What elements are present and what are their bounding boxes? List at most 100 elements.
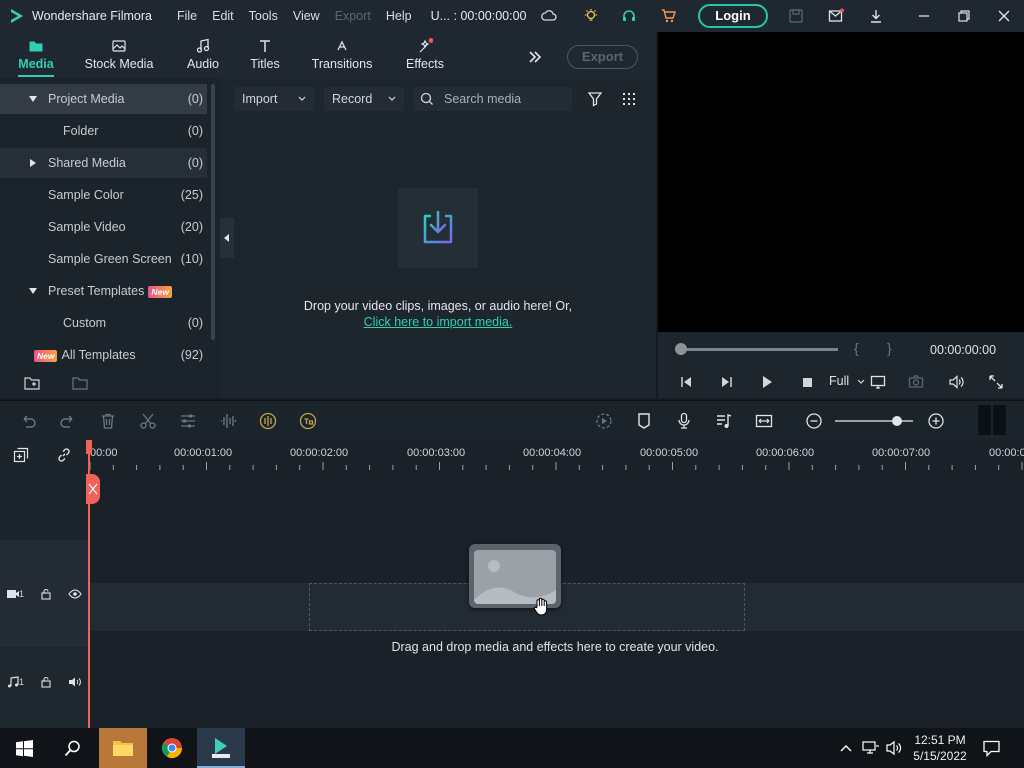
folder-outline-icon[interactable] xyxy=(72,376,88,390)
close-icon[interactable] xyxy=(996,8,1012,24)
lightbulb-icon[interactable] xyxy=(583,8,599,24)
windows-start-icon[interactable] xyxy=(16,740,33,757)
sidebar-label: Sample Color xyxy=(48,188,124,202)
stop-icon[interactable] xyxy=(799,374,815,390)
zoom-out-icon[interactable] xyxy=(805,412,823,430)
zoom-slider-handle[interactable] xyxy=(892,416,902,426)
scissors-icon[interactable] xyxy=(139,412,157,430)
new-folder-icon[interactable] xyxy=(24,376,40,390)
tab-titles[interactable]: Titles xyxy=(240,32,290,78)
filmora-app[interactable] xyxy=(197,728,245,768)
volume-icon[interactable] xyxy=(948,374,964,390)
cloud-icon[interactable] xyxy=(541,8,557,24)
audio-waveform-icon[interactable] xyxy=(219,412,237,430)
sidebar-item-shared-media[interactable]: Shared Media (0) xyxy=(0,148,207,178)
tab-audio[interactable]: Audio xyxy=(176,32,230,78)
audio-mixer-icon[interactable] xyxy=(715,412,733,430)
sidebar-item-sample-video[interactable]: Sample Video (20) xyxy=(0,212,207,242)
play-icon[interactable] xyxy=(759,374,775,390)
save-icon[interactable] xyxy=(788,8,804,24)
redo-icon[interactable] xyxy=(59,412,77,430)
preview-scrubber[interactable] xyxy=(680,348,838,351)
quality-dropdown[interactable]: Full xyxy=(829,374,865,388)
search-icon[interactable] xyxy=(64,740,81,757)
sidebar-scrollbar[interactable] xyxy=(211,84,215,340)
more-tabs-icon[interactable] xyxy=(527,50,543,64)
chevron-up-icon[interactable] xyxy=(839,742,853,754)
menu-tools[interactable]: Tools xyxy=(249,9,278,23)
record-dropdown[interactable]: Record xyxy=(324,87,404,111)
playhead-handle[interactable] xyxy=(86,440,92,454)
restore-icon[interactable] xyxy=(956,8,972,24)
tab-effects[interactable]: Effects xyxy=(398,32,452,78)
volume-icon[interactable] xyxy=(886,740,904,756)
tab-transitions[interactable]: Transitions xyxy=(306,32,378,78)
taskbar-date[interactable]: 5/15/2022 xyxy=(908,749,972,763)
step-back-icon[interactable] xyxy=(678,374,694,390)
menu-edit[interactable]: Edit xyxy=(212,9,234,23)
ai-audio-icon[interactable] xyxy=(259,412,277,430)
playhead-split-button[interactable] xyxy=(86,474,100,504)
zoom-in-icon[interactable] xyxy=(927,412,945,430)
chrome-app[interactable] xyxy=(148,728,196,768)
speaker-icon[interactable] xyxy=(68,676,82,688)
taskbar-time[interactable]: 12:51 PM xyxy=(908,733,972,747)
file-explorer-app[interactable] xyxy=(99,728,147,768)
notification-icon[interactable] xyxy=(983,740,1000,757)
render-preview-icon[interactable] xyxy=(595,412,613,430)
fit-timeline-icon[interactable] xyxy=(755,412,773,430)
collapse-sidebar-handle[interactable] xyxy=(220,218,234,258)
tab-bar: Media Stock Media Audio Titles Transitio… xyxy=(0,32,656,78)
adjust-icon[interactable] xyxy=(179,412,197,430)
marker-icon[interactable] xyxy=(635,412,653,430)
tab-titles-label: Titles xyxy=(250,57,280,71)
sidebar-item-custom[interactable]: Custom (0) xyxy=(0,308,207,338)
menu-help[interactable]: Help xyxy=(386,9,412,23)
ruler-label: 00:00:06:00 xyxy=(756,447,815,459)
mark-out-brace[interactable]: } xyxy=(887,340,892,356)
lock-icon[interactable] xyxy=(39,676,53,688)
scrubber-handle[interactable] xyxy=(675,343,687,355)
cart-icon[interactable] xyxy=(661,8,677,24)
microphone-icon[interactable] xyxy=(675,412,693,430)
link-icon[interactable] xyxy=(56,447,72,463)
timeline-view-toggle[interactable] xyxy=(978,405,1006,435)
undo-icon[interactable] xyxy=(19,412,37,430)
tab-media[interactable]: Media xyxy=(4,32,68,78)
tab-stock-media[interactable]: Stock Media xyxy=(80,32,158,78)
sidebar-item-sample-color[interactable]: Sample Color (25) xyxy=(0,180,207,210)
headset-icon[interactable] xyxy=(621,8,637,24)
menu-file[interactable]: File xyxy=(177,9,197,23)
fullscreen-icon[interactable] xyxy=(988,374,1004,390)
grid-view-icon[interactable] xyxy=(621,91,637,107)
add-track-icon[interactable] xyxy=(13,447,29,463)
step-forward-icon[interactable] xyxy=(719,374,735,390)
sidebar-item-preset-templates[interactable]: Preset Templates New xyxy=(0,276,207,306)
sidebar-item-sample-green-screen[interactable]: Sample Green Screen (10) xyxy=(0,244,207,274)
camera-icon[interactable] xyxy=(908,374,924,390)
preview-panel: { } 00:00:00:00 Full xyxy=(658,32,1024,398)
network-icon[interactable] xyxy=(862,740,880,756)
import-media-link[interactable]: Click here to import media. xyxy=(220,315,656,329)
eye-icon[interactable] xyxy=(68,588,82,600)
mark-in-brace[interactable]: { xyxy=(854,340,859,356)
timeline-ruler[interactable]: 00:00 00:00:01:00 00:00:02:00 00:00:03:0… xyxy=(88,440,1024,474)
sidebar-item-all-templates[interactable]: New All Templates (92) xyxy=(0,340,207,370)
display-icon[interactable] xyxy=(870,374,886,390)
sidebar-item-project-media[interactable]: Project Media (0) xyxy=(0,84,207,114)
import-media-tile[interactable] xyxy=(398,188,478,268)
menu-view[interactable]: View xyxy=(293,9,320,23)
sidebar-item-folder[interactable]: Folder (0) xyxy=(0,116,207,146)
mail-icon[interactable] xyxy=(828,8,844,24)
export-button[interactable]: Export xyxy=(567,45,638,69)
lock-icon[interactable] xyxy=(39,588,53,600)
minimize-icon[interactable] xyxy=(916,8,932,24)
delete-icon[interactable] xyxy=(99,412,117,430)
speech-to-text-icon[interactable] xyxy=(299,412,317,430)
menu-export[interactable]: Export xyxy=(335,9,371,23)
login-button[interactable]: Login xyxy=(698,4,768,28)
filter-icon[interactable] xyxy=(587,91,603,107)
import-dropdown[interactable]: Import xyxy=(234,87,314,111)
download-icon[interactable] xyxy=(868,8,884,24)
search-input[interactable] xyxy=(444,90,568,108)
